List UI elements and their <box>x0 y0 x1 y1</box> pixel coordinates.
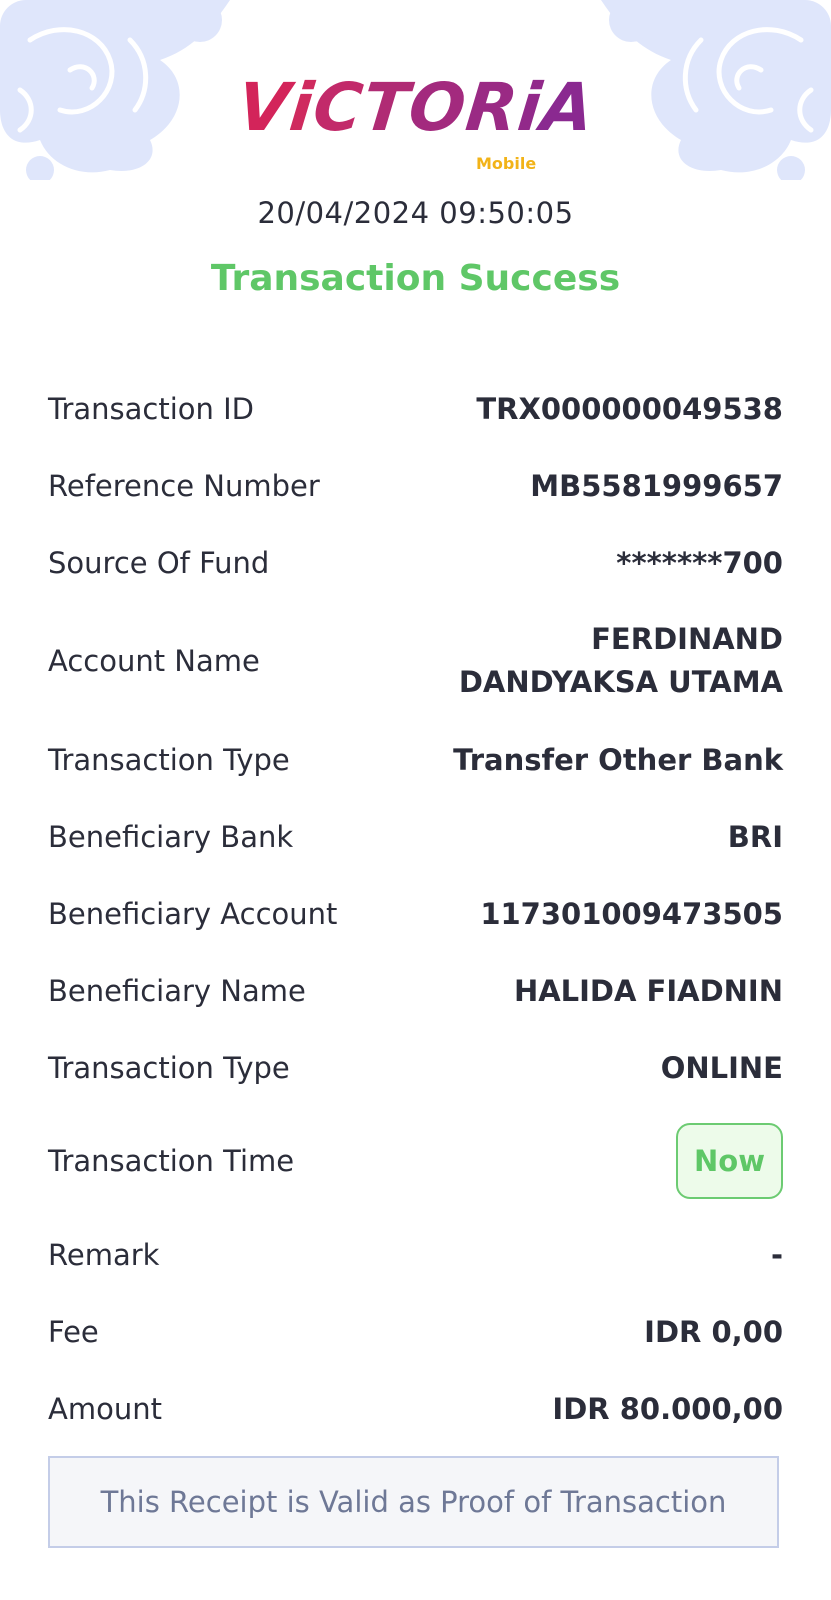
detail-value: FERDINAND DANDYAKSA UTAMA <box>459 618 783 704</box>
row-account-name: Account Name FERDINAND DANDYAKSA UTAMA <box>48 601 783 721</box>
brand-logo: ViCTORiA Mobile <box>0 68 831 173</box>
detail-value: ONLINE <box>660 1050 783 1085</box>
account-name-line-2: DANDYAKSA UTAMA <box>458 665 783 699</box>
account-name-line-1: FERDINAND <box>591 622 783 656</box>
detail-label: Account Name <box>48 644 260 678</box>
row-beneficiary-bank: Beneficiary Bank BRI <box>48 798 783 875</box>
detail-label: Beneficiary Bank <box>48 819 294 854</box>
row-reference-number: Reference Number MB5581999657 <box>48 447 783 524</box>
receipt-validity-note: This Receipt is Valid as Proof of Transa… <box>48 1456 779 1548</box>
detail-label: Transaction Time <box>48 1144 295 1178</box>
detail-label: Transaction Type <box>48 742 290 777</box>
detail-value: 117301009473505 <box>480 896 783 931</box>
row-transaction-id: Transaction ID TRX000000049538 <box>48 370 783 447</box>
row-fee: Fee IDR 0,00 <box>48 1293 783 1370</box>
row-transaction-time: Transaction Time Now <box>48 1106 783 1216</box>
details-list: Transaction ID TRX000000049538 Reference… <box>48 370 783 1447</box>
brand-letter: R <box>461 69 522 146</box>
detail-value: *******700 <box>616 545 783 580</box>
brand-letter: C <box>309 69 367 146</box>
row-amount: Amount IDR 80.000,00 <box>48 1370 783 1447</box>
detail-label: Transaction Type <box>48 1050 290 1085</box>
detail-label: Fee <box>48 1314 99 1349</box>
brand-wordmark: ViCTORiA <box>233 68 598 148</box>
detail-value: Transfer Other Bank <box>453 742 783 777</box>
detail-value: MB5581999657 <box>530 468 783 503</box>
brand-letter: O <box>404 69 470 146</box>
transaction-datetime: 20/04/2024 09:50:05 <box>257 196 574 230</box>
detail-label: Transaction ID <box>48 391 255 426</box>
brand-sub-label: Mobile <box>476 154 537 173</box>
row-beneficiary-name: Beneficiary Name HALIDA FIADNIN <box>48 952 783 1029</box>
row-transfer-method: Transaction Type ONLINE <box>48 1029 783 1106</box>
detail-value: BRI <box>727 819 783 854</box>
brand-letter: V <box>233 69 294 146</box>
detail-value: TRX000000049538 <box>476 391 783 426</box>
detail-label: Source Of Fund <box>48 545 270 580</box>
detail-label: Beneficiary Account <box>48 896 338 931</box>
detail-label: Amount <box>48 1391 162 1426</box>
transaction-time-badge: Now <box>676 1123 783 1199</box>
detail-label: Reference Number <box>48 468 320 503</box>
row-transaction-type: Transaction Type Transfer Other Bank <box>48 721 783 798</box>
detail-label: Remark <box>48 1237 160 1272</box>
row-beneficiary-account: Beneficiary Account 117301009473505 <box>48 875 783 952</box>
status-title: Transaction Success <box>210 258 621 299</box>
brand-letter: T <box>358 69 413 146</box>
detail-value: HALIDA FIADNIN <box>513 973 783 1008</box>
row-source-of-fund: Source Of Fund *******700 <box>48 524 783 601</box>
receipt-card: ViCTORiA Mobile 20/04/2024 09:50:05 Tran… <box>0 0 831 1600</box>
detail-value: IDR 0,00 <box>644 1314 783 1349</box>
detail-label: Beneficiary Name <box>48 973 306 1008</box>
row-remark: Remark - <box>48 1216 783 1293</box>
brand-letter: A <box>537 69 598 146</box>
detail-value: - <box>770 1237 783 1272</box>
detail-value: IDR 80.000,00 <box>552 1391 783 1426</box>
